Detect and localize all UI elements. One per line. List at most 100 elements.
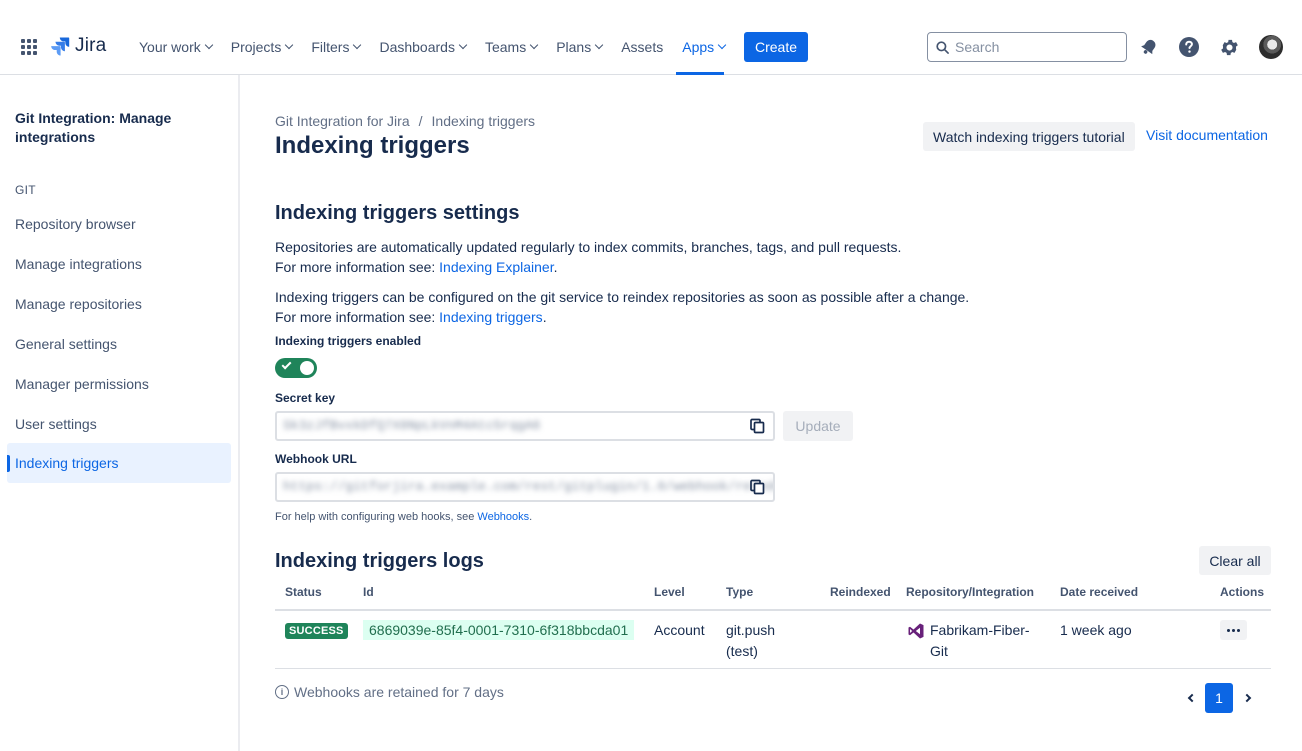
apps-grid-icon[interactable] (21, 39, 37, 55)
check-icon (281, 359, 292, 370)
nav-plans[interactable]: Plans (556, 39, 604, 55)
secret-key-label: Secret key (275, 391, 336, 405)
nav-label: Projects (230, 39, 282, 55)
search-box[interactable] (927, 32, 1127, 62)
create-button[interactable]: Create (744, 32, 808, 62)
logs-heading: Indexing triggers logs (275, 550, 484, 572)
column-header-reindexed[interactable]: Reindexed (830, 585, 891, 599)
clear-all-button[interactable]: Clear all (1199, 546, 1271, 575)
webhook-url-field[interactable]: https://gitforjira.example.com/rest/gitp… (275, 472, 775, 502)
log-type: git.push (test) (726, 620, 775, 662)
log-repository[interactable]: Fabrikam-Fiber- Git (930, 620, 1030, 662)
column-header-repository[interactable]: Repository/Integration (906, 585, 1034, 599)
sidebar: Git Integration: Manage integrations GIT… (0, 75, 240, 751)
sidebar-item-user-settings[interactable]: User settings (7, 404, 231, 444)
chevron-down-icon (717, 40, 727, 50)
search-icon (936, 40, 949, 54)
chevron-down-icon (204, 40, 213, 50)
webhook-url-value: https://gitforjira.example.com/rest/gitp… (283, 479, 775, 494)
log-level: Account (654, 622, 705, 638)
watch-tutorial-button[interactable]: Watch indexing triggers tutorial (923, 122, 1135, 151)
toggle-knob (300, 361, 314, 375)
visit-documentation-link[interactable]: Visit documentation (1146, 127, 1268, 143)
enabled-label: Indexing triggers enabled (275, 334, 422, 348)
chevron-down-icon (285, 40, 294, 50)
column-header-level[interactable]: Level (654, 585, 685, 599)
webhooks-help-text: For help with configuring web hooks, see… (275, 511, 532, 523)
current-page-button[interactable]: 1 (1205, 683, 1233, 713)
more-info-prefix: For more information see: (275, 259, 440, 275)
secret-key-value: Sk3zJfBvxkDfQ7X8NpLkVnM4Atc5rqgA6 (283, 418, 541, 433)
repo-line1: Fabrikam-Fiber- (930, 622, 1030, 638)
nav-label: Assets (621, 39, 664, 55)
search-input[interactable] (955, 39, 1115, 55)
status-badge: SUCCESS (285, 623, 348, 639)
jira-logo-icon (51, 37, 70, 56)
nav-teams[interactable]: Teams (485, 39, 539, 55)
nav-label: Plans (556, 39, 592, 55)
column-header-date-received[interactable]: Date received (1060, 585, 1138, 599)
log-date: 1 week ago (1060, 622, 1132, 638)
column-header-type[interactable]: Type (726, 585, 753, 599)
nav-label: Apps (682, 39, 715, 55)
retention-text: Webhooks are retained for 7 days (294, 684, 504, 700)
more-info-prefix: For more information see: (275, 309, 440, 325)
log-id[interactable]: 6869039e-85f4-0001-7310-6f318bbcda01 (363, 620, 635, 640)
sidebar-item-indexing-triggers[interactable]: Indexing triggers (7, 443, 231, 483)
sidebar-title: Git Integration: Manage integrations (15, 110, 172, 145)
user-avatar[interactable] (1259, 35, 1283, 59)
chevron-down-icon (594, 40, 604, 50)
webhooks-link[interactable]: Webhooks (477, 511, 529, 523)
secret-key-field[interactable]: Sk3zJfBvxkDfQ7X8NpLkVnM4Atc5rqgA6 (275, 411, 775, 441)
settings-heading: Indexing triggers settings (275, 202, 520, 224)
column-header-id[interactable]: Id (363, 585, 374, 599)
nav-dashboards[interactable]: Dashboards (379, 39, 468, 55)
notification-bell-icon[interactable] (1137, 35, 1161, 59)
settings-description-1: Repositories are automatically updated r… (275, 237, 901, 277)
log-type-line2: (test) (726, 643, 758, 659)
more-info-suffix: . (553, 259, 558, 275)
webhook-url-label: Webhook URL (275, 452, 357, 466)
next-page-icon[interactable] (1238, 686, 1258, 710)
nav-your-work[interactable]: Your work (139, 39, 213, 55)
nav-assets[interactable]: Assets (621, 39, 663, 55)
nav-label: Filters (311, 39, 350, 55)
update-button[interactable]: Update (783, 411, 853, 441)
nav-filters[interactable]: Filters (311, 39, 362, 55)
indexing-enabled-toggle[interactable] (275, 358, 317, 378)
repo-line2: Git (930, 643, 948, 659)
copy-icon[interactable] (749, 418, 765, 434)
sidebar-item-manage-repositories[interactable]: Manage repositories (7, 284, 231, 324)
sidebar-item-repository-browser[interactable]: Repository browser (7, 204, 231, 244)
description-text: Indexing triggers can be configured on t… (275, 289, 970, 305)
visual-studio-icon (908, 623, 924, 639)
help-icon[interactable] (1177, 35, 1201, 59)
pagination: 1 (1180, 683, 1258, 713)
logs-table-header: Status Id Level Type Reindexed Repositor… (275, 585, 1271, 611)
nav-apps[interactable]: Apps (682, 39, 727, 55)
sidebar-item-manage-integrations[interactable]: Manage integrations (7, 244, 231, 284)
jira-logo[interactable]: Jira (50, 35, 106, 57)
indexing-explainer-link[interactable]: Indexing Explainer (439, 259, 553, 275)
indexing-triggers-link[interactable]: Indexing triggers (439, 309, 543, 325)
primary-nav: Your work Projects Filters Dashboards Te… (139, 36, 744, 58)
retention-note: i Webhooks are retained for 7 days (275, 684, 504, 700)
sidebar-item-manager-permissions[interactable]: Manager permissions (7, 364, 231, 404)
row-actions-button[interactable] (1220, 620, 1247, 640)
top-navigation: Jira Your work Projects Filters Dashboar… (0, 0, 1302, 75)
breadcrumb-separator: / (418, 113, 423, 129)
copy-icon[interactable] (749, 479, 765, 495)
settings-gear-icon[interactable] (1217, 35, 1241, 59)
table-row: SUCCESS 6869039e-85f4-0001-7310-6f318bbc… (275, 611, 1271, 669)
chevron-down-icon (458, 40, 468, 50)
nav-label: Dashboards (379, 39, 455, 55)
active-nav-indicator (676, 72, 724, 75)
breadcrumb-root-link[interactable]: Git Integration for Jira (275, 113, 410, 129)
column-header-actions: Actions (1220, 585, 1265, 599)
breadcrumb-current[interactable]: Indexing triggers (432, 113, 536, 129)
sidebar-section-heading: GIT (15, 183, 36, 197)
nav-projects[interactable]: Projects (230, 39, 294, 55)
previous-page-icon[interactable] (1180, 686, 1200, 710)
column-header-status[interactable]: Status (285, 585, 322, 599)
sidebar-item-general-settings[interactable]: General settings (7, 324, 231, 364)
